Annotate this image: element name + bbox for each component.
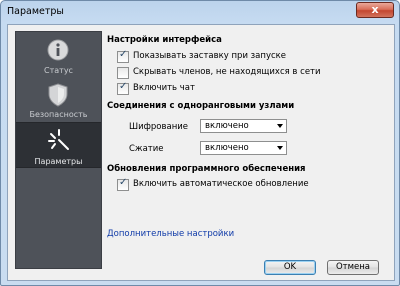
checkbox-box[interactable]: ✓ [117,177,129,191]
cancel-button[interactable]: Отмена [327,260,379,275]
checkbox-label: Показывать заставку при запуске [133,51,287,61]
advanced-settings-link[interactable]: Дополнительные настройки [107,229,234,239]
check-icon: ✓ [119,177,128,188]
sidebar-item-label: Параметры [34,157,83,166]
shield-icon [48,83,68,107]
ok-button[interactable]: OK [264,260,316,275]
encryption-value: включено [205,121,249,131]
check-icon: ✓ [119,81,128,92]
settings-panel: Настройки интерфейса ✓ Показывать застав… [107,31,387,267]
settings-sparkle-icon [48,129,69,150]
checkbox-label: Скрывать членов, не находящихся в сети [133,67,321,77]
checkbox-box[interactable]: ✓ [117,49,129,63]
close-icon: x [371,3,379,16]
peer-section-title: Соединения с одноранговыми узлами [107,101,295,111]
compression-label: Сжатие [129,144,164,154]
encryption-label: Шифрование [129,122,189,132]
encryption-dropdown[interactable]: включено [200,119,287,133]
settings-window: Параметры x Статус Безопасность Параметр… [0,0,400,286]
chevron-down-icon [277,124,283,128]
sidebar-item-status[interactable]: Статус [16,34,101,76]
updates-section-title: Обновления программного обеспечения [107,164,306,174]
window-title: Параметры [7,6,64,17]
interface-section-title: Настройки интерфейса [107,35,222,45]
sidebar-item-settings[interactable]: Параметры [16,122,101,168]
sidebar-item-security[interactable]: Безопасность [16,78,101,120]
checkbox-box[interactable]: ✓ [117,81,129,95]
sidebar-item-label: Статус [44,66,73,75]
checkbox-label: Включить автоматическое обновление [133,179,309,189]
sidebar-item-label: Безопасность [29,110,88,119]
check-icon: ✓ [119,49,128,60]
compression-value: включено [205,143,249,153]
checkbox-label: Включить чат [133,83,195,93]
sidebar: Статус Безопасность Параметры [15,31,102,269]
close-button[interactable]: x [356,2,394,18]
title-bar[interactable]: Параметры x [1,1,399,23]
chevron-down-icon [277,146,283,150]
dialog-body: Статус Безопасность Параметры Настройки … [7,24,395,281]
info-icon [47,39,69,61]
checkbox-box[interactable] [117,67,129,79]
compression-dropdown[interactable]: включено [200,141,287,155]
